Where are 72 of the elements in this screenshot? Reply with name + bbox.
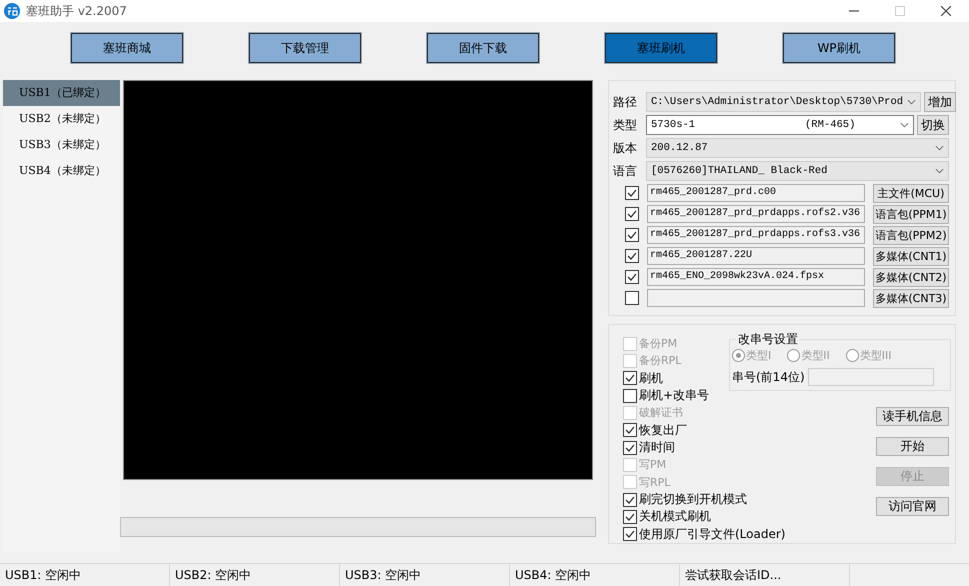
option-label: 写RPL: [639, 474, 670, 490]
nav-button[interactable]: 固件下载: [427, 33, 539, 63]
file-button[interactable]: 多媒体(CNT2): [873, 268, 949, 286]
file-field[interactable]: [647, 289, 865, 307]
nav-button[interactable]: 塞班刷机: [605, 33, 717, 63]
option-label: 使用原厂引导文件(Loader): [639, 526, 786, 543]
usb-list-item[interactable]: USB3（未绑定）: [3, 132, 120, 158]
checkbox[interactable]: [625, 228, 639, 242]
type-dropdown[interactable]: 5730s-1 (RM-465): [646, 115, 914, 135]
file-field[interactable]: rm465_2001287_prd.c00: [647, 184, 865, 202]
checkbox[interactable]: [625, 291, 639, 305]
option-label: 写PM: [639, 457, 666, 472]
type-label: 类型: [613, 116, 638, 134]
file-button[interactable]: 主文件(MCU): [873, 184, 949, 202]
nav-button[interactable]: 塞班商城: [71, 33, 183, 63]
file-button[interactable]: 语言包(PPM2): [873, 226, 949, 244]
checkbox[interactable]: [625, 270, 639, 284]
status-cell: USB4: 空闲中: [510, 564, 680, 586]
version-dropdown[interactable]: 200.12.87: [646, 138, 949, 158]
checkbox[interactable]: [623, 423, 637, 438]
file-button[interactable]: 多媒体(CNT1): [873, 246, 949, 266]
usb-list-item[interactable]: USB1（已绑定）: [3, 80, 120, 106]
file-field[interactable]: rm465_2001287_prd_prdapps.rofs3.v36: [647, 226, 865, 244]
chevron-down-icon: [907, 99, 916, 105]
window-title: 塞班助手 v2.2007: [26, 2, 128, 20]
option-label: 破解证书: [639, 405, 683, 420]
option-label: 刷机: [639, 370, 663, 387]
chevron-down-icon: [935, 168, 944, 174]
nav-button[interactable]: WP刷机: [783, 33, 895, 63]
file-field[interactable]: rm465_2001287.22U: [647, 247, 865, 265]
action-button[interactable]: 读手机信息: [876, 407, 949, 426]
checkbox[interactable]: [625, 186, 639, 200]
option-label: 刷完切换到开机模式: [639, 491, 747, 508]
option-label: 刷机+改串号: [639, 387, 710, 404]
file-field[interactable]: rm465_ENO_2098wk23vA.024.fpsx: [647, 268, 865, 286]
serial-label: 串号(前14位): [732, 368, 805, 386]
checkbox[interactable]: [625, 249, 639, 263]
add-button[interactable]: 增加: [924, 92, 956, 112]
option-label: 关机模式刷机: [639, 508, 711, 526]
chevron-down-icon: [935, 145, 944, 151]
version-label: 版本: [613, 140, 638, 156]
language-label: 语言: [613, 162, 638, 180]
usb-list-item[interactable]: USB2（未绑定）: [3, 106, 120, 132]
status-cell: USB2: 空闲中: [170, 564, 340, 586]
option-label: 恢复出厂: [639, 422, 687, 439]
checkbox[interactable]: [625, 207, 639, 221]
status-cell: USB1: 空闲中: [0, 564, 170, 586]
nav-button[interactable]: 下载管理: [249, 33, 361, 63]
option-label: 备份PM: [639, 336, 678, 352]
status-cell: 尝试获取会话ID...: [680, 564, 850, 586]
checkbox[interactable]: [623, 388, 637, 403]
checkbox[interactable]: [623, 371, 637, 386]
file-field[interactable]: rm465_2001287_prd_prdapps.rofs2.v36: [647, 205, 865, 223]
chevron-down-icon: [900, 122, 909, 128]
switch-button[interactable]: 切换: [917, 115, 949, 135]
checkbox[interactable]: [623, 527, 637, 542]
path-dropdown[interactable]: C:\Users\Administrator\Desktop\5730\Prod: [646, 92, 922, 112]
checkbox[interactable]: [623, 440, 637, 455]
app-logo-icon: [4, 3, 20, 19]
checkbox[interactable]: [623, 492, 637, 507]
option-label: 清时间: [639, 439, 675, 456]
option-label: 备份RPL: [639, 353, 682, 368]
group-title: 改串号设置: [736, 331, 800, 348]
status-cell: USB3: 空闲中: [340, 564, 510, 586]
file-button[interactable]: 多媒体(CNT3): [873, 288, 949, 308]
action-button[interactable]: 访问官网: [876, 497, 949, 516]
action-button[interactable]: 开始: [876, 437, 949, 456]
path-label: 路径: [613, 94, 638, 110]
checkbox[interactable]: [623, 510, 637, 524]
file-button[interactable]: 语言包(PPM1): [873, 204, 949, 224]
language-dropdown[interactable]: [0576260]THAILAND_ Black-Red: [646, 161, 949, 181]
usb-list-item[interactable]: USB4（未绑定）: [3, 158, 120, 184]
